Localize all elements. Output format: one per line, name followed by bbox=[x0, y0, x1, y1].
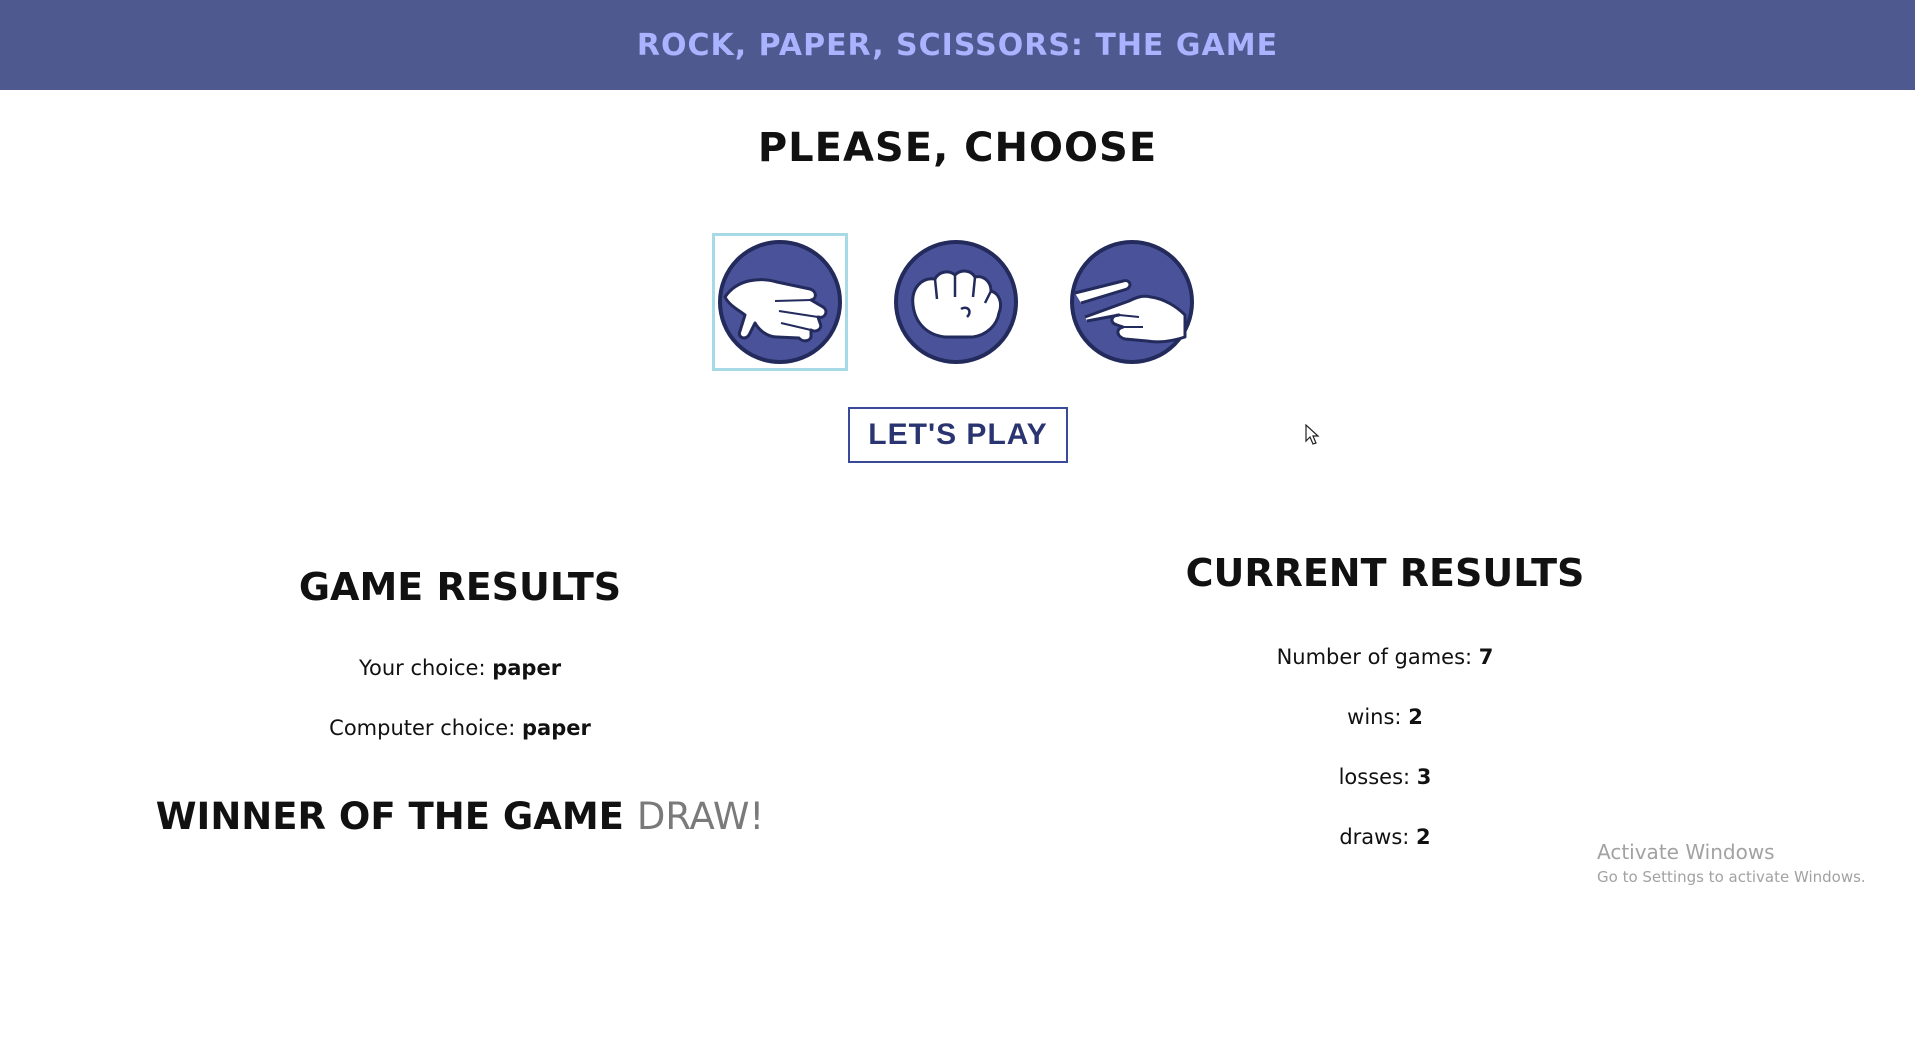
wins-value: 2 bbox=[1408, 705, 1423, 729]
games-count-row: Number of games: 7 bbox=[1130, 645, 1640, 669]
scissors-choice[interactable] bbox=[1064, 233, 1200, 371]
paper-choice[interactable] bbox=[712, 233, 848, 371]
winner-label: Winner of the game bbox=[155, 795, 624, 838]
wins-label: wins: bbox=[1347, 705, 1402, 729]
wins-row: wins: 2 bbox=[1130, 705, 1640, 729]
draws-row: draws: 2 bbox=[1130, 825, 1640, 849]
choose-title: Please, choose bbox=[757, 125, 1158, 171]
watermark-line2: Go to Settings to activate Windows. bbox=[1597, 868, 1866, 886]
losses-label: losses: bbox=[1338, 765, 1411, 789]
game-results-title: Game Results bbox=[298, 565, 622, 609]
rock-choice[interactable] bbox=[888, 233, 1024, 371]
app-title: Rock, Paper, Scissors: The Game bbox=[636, 27, 1279, 63]
mouse-cursor-icon bbox=[1305, 424, 1320, 445]
games-count-value: 7 bbox=[1478, 645, 1494, 669]
watermark-line1: Activate Windows bbox=[1597, 840, 1775, 864]
app-header: Rock, Paper, Scissors: The Game bbox=[0, 0, 1915, 90]
computer-choice-value: paper bbox=[522, 716, 591, 740]
paper-hand-icon bbox=[718, 240, 842, 364]
activate-windows-watermark: Activate Windows Go to Settings to activ… bbox=[1597, 840, 1866, 886]
your-choice-label: Your choice: bbox=[358, 656, 486, 680]
scissors-hand-icon bbox=[1070, 240, 1194, 364]
play-button[interactable]: LET'S PLAY bbox=[848, 407, 1068, 463]
your-choice-row: Your choice: paper bbox=[200, 656, 720, 680]
draws-value: 2 bbox=[1416, 825, 1431, 849]
current-results-title: Current Results bbox=[1185, 551, 1585, 595]
draws-label: draws: bbox=[1339, 825, 1410, 849]
winner-value: DRAW! bbox=[636, 795, 765, 838]
choice-group bbox=[712, 233, 1202, 371]
games-count-label: Number of games: bbox=[1276, 645, 1473, 669]
winner-row: Winner of the game DRAW! bbox=[150, 795, 770, 838]
your-choice-value: paper bbox=[492, 656, 562, 680]
computer-choice-row: Computer choice: paper bbox=[200, 716, 720, 740]
losses-row: losses: 3 bbox=[1130, 765, 1640, 789]
computer-choice-label: Computer choice: bbox=[329, 716, 516, 740]
rock-fist-icon bbox=[894, 240, 1018, 364]
losses-value: 3 bbox=[1416, 765, 1432, 789]
